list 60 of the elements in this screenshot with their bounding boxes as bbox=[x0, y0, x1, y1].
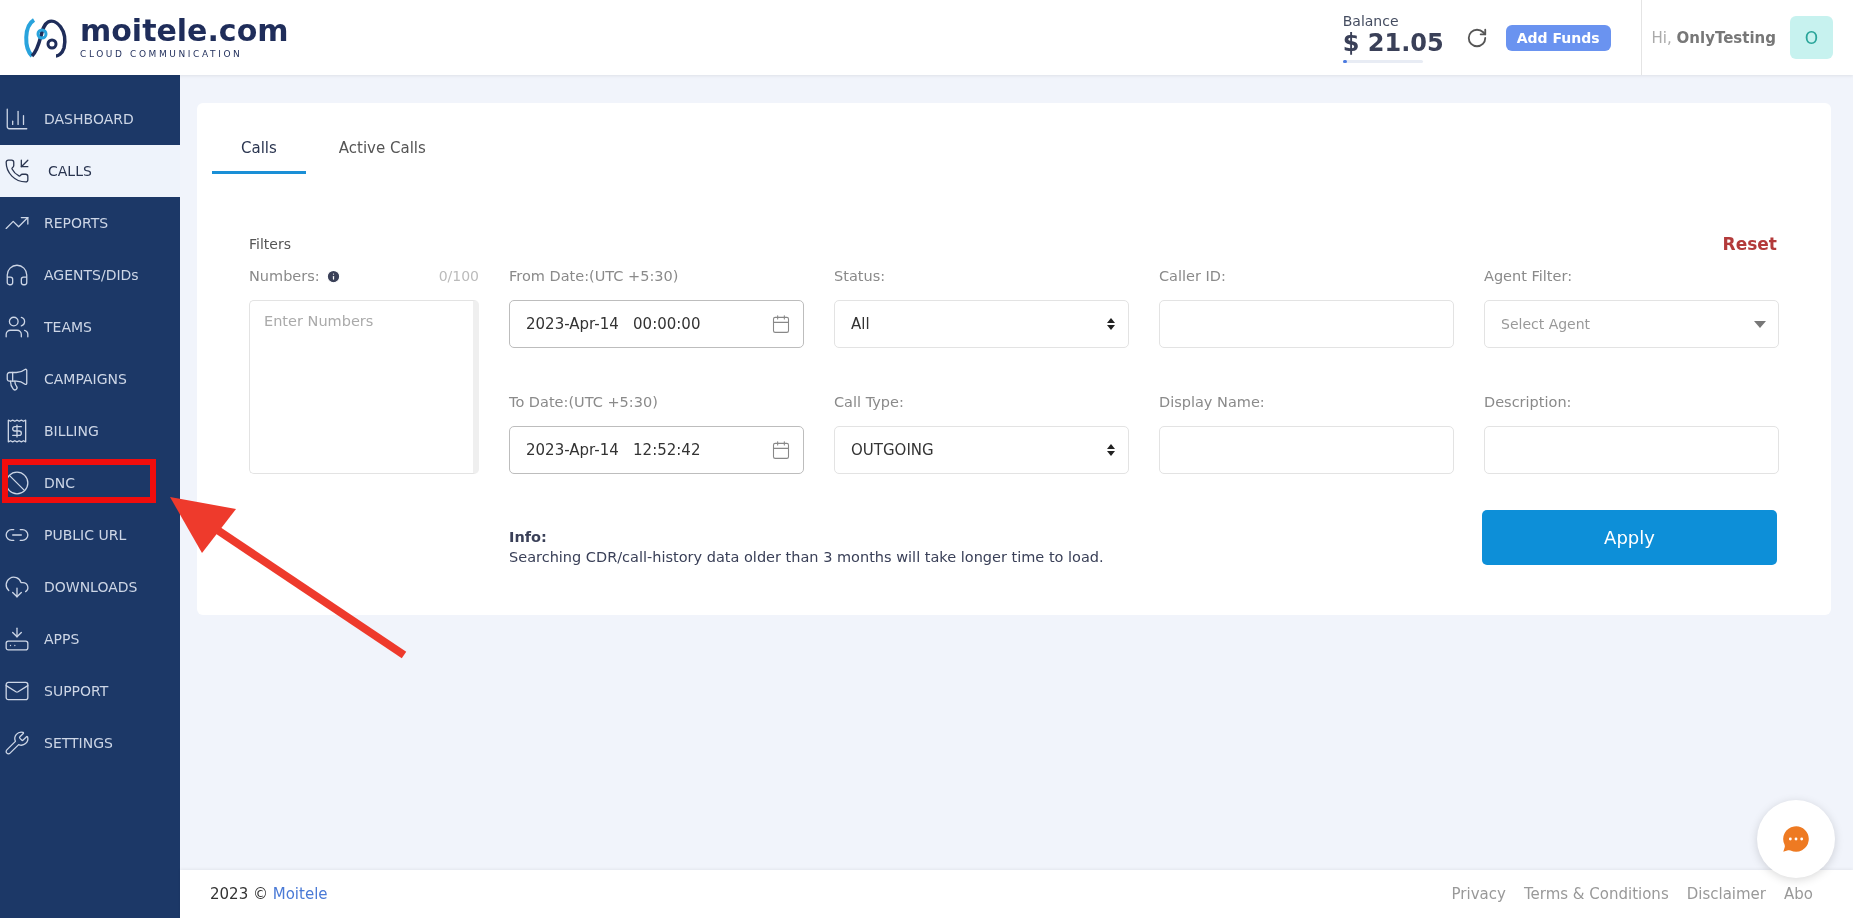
sidebar-item[interactable]: TEAMS bbox=[0, 301, 180, 353]
phone-icon bbox=[4, 158, 30, 184]
field-label: Agent Filter: bbox=[1484, 268, 1573, 284]
sort-arrows-icon bbox=[1106, 317, 1116, 331]
field-label: Display Name: bbox=[1159, 394, 1265, 410]
sidebar-item[interactable]: BILLING bbox=[0, 405, 180, 457]
chat-button[interactable] bbox=[1757, 800, 1835, 878]
info-icon bbox=[325, 268, 341, 284]
sidebar-item[interactable]: SUPPORT bbox=[0, 665, 180, 717]
sidebar-item[interactable]: APPS bbox=[0, 613, 180, 665]
logo-tagline: CLOUD COMMUNICATION bbox=[80, 49, 244, 59]
select-field[interactable]: All bbox=[834, 300, 1129, 348]
sidebar-item[interactable]: AGENTS/DIDs bbox=[0, 249, 180, 301]
sort-arrows-icon bbox=[1106, 443, 1116, 457]
input-field[interactable] bbox=[1484, 426, 1779, 474]
date-field[interactable]: 2023-Apr-14 00:00:00 bbox=[509, 300, 804, 348]
balance-amount: $ 21.05 bbox=[1342, 28, 1444, 57]
chart-icon bbox=[4, 106, 30, 132]
select-field[interactable]: OUTGOING bbox=[834, 426, 1129, 474]
headset-icon bbox=[4, 262, 30, 288]
tab[interactable]: Active Calls bbox=[309, 123, 455, 174]
reset-link[interactable]: Reset bbox=[1722, 234, 1777, 254]
field-label: Description: bbox=[1484, 394, 1572, 410]
sidebar-item[interactable]: DASHBOARD bbox=[0, 93, 180, 145]
sidebar-item[interactable]: PUBLIC URL bbox=[0, 509, 180, 561]
sidebar-item[interactable]: DNC bbox=[0, 457, 180, 509]
logo-name: moitele.com bbox=[80, 16, 289, 46]
caret-icon bbox=[1754, 320, 1766, 328]
filters-title: Filters bbox=[249, 236, 291, 252]
date-field[interactable]: 2023-Apr-14 12:52:42 bbox=[509, 426, 804, 474]
tab[interactable]: Calls bbox=[212, 123, 306, 174]
input-field[interactable] bbox=[1159, 426, 1454, 474]
field-label: From Date:(UTC +5:30) bbox=[509, 268, 679, 284]
download-icon bbox=[4, 626, 30, 652]
info-title: Info: bbox=[509, 529, 548, 545]
sidebar-item[interactable]: REPORTS bbox=[0, 197, 180, 249]
field-label: To Date:(UTC +5:30) bbox=[509, 394, 658, 410]
sidebar-item[interactable]: CAMPAIGNS bbox=[0, 353, 180, 405]
brand-link[interactable]: Moitele bbox=[272, 885, 328, 903]
sidebar-item[interactable]: CALLS bbox=[0, 145, 180, 197]
sidebar-item[interactable]: SETTINGS bbox=[0, 717, 180, 769]
wrench-icon bbox=[4, 730, 30, 756]
calendar-icon bbox=[771, 314, 791, 334]
greeting: Hi, OnlyTesting bbox=[1651, 28, 1776, 47]
apply-button[interactable]: Apply bbox=[1482, 510, 1777, 565]
refresh-icon[interactable] bbox=[1465, 26, 1488, 49]
input-field[interactable] bbox=[1159, 300, 1454, 348]
field-label: Numbers: bbox=[249, 268, 320, 284]
sidebar-item[interactable]: DOWNLOADS bbox=[0, 561, 180, 613]
copyright: 2023 © Moitele bbox=[210, 885, 328, 903]
field-label: Caller ID: bbox=[1159, 268, 1226, 284]
megaphone-icon bbox=[4, 366, 30, 392]
info-text: Searching CDR/call-history data older than 3 months will take longer time to load. bbox=[509, 549, 1105, 565]
field-label: Status: bbox=[834, 268, 886, 284]
field-label: Call Type: bbox=[834, 394, 904, 410]
character-counter: 0/100 bbox=[438, 268, 479, 284]
people-icon bbox=[4, 314, 30, 340]
cloud-download-icon bbox=[4, 574, 30, 600]
balance-label: Balance bbox=[1342, 12, 1400, 29]
calendar-icon bbox=[771, 440, 791, 460]
